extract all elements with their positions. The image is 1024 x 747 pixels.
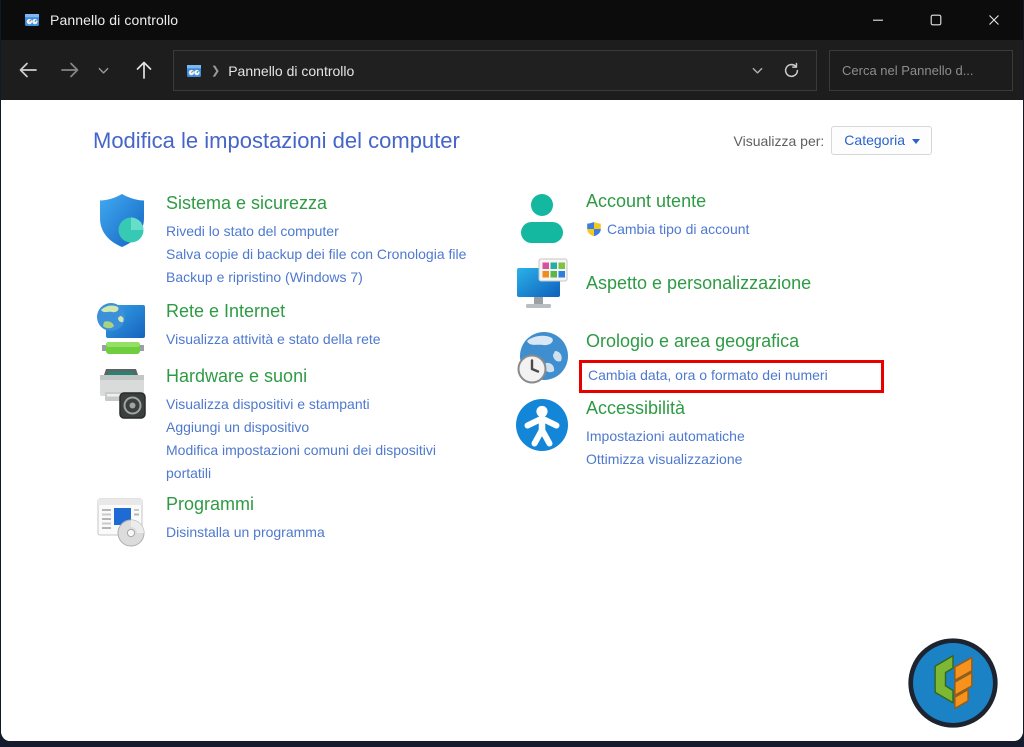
view-by-dropdown[interactable]: Categoria	[831, 126, 932, 155]
category-title[interactable]: Sistema e sicurezza	[166, 193, 327, 214]
view-by-control: Visualizza per: Categoria	[734, 126, 933, 155]
task-link[interactable]: Salva copie di backup dei file con Crono…	[166, 243, 466, 266]
task-link-label: Cambia tipo di account	[607, 221, 749, 237]
task-link[interactable]: Ottimizza visualizzazione	[586, 448, 745, 471]
recent-pages-chevron-icon[interactable]	[91, 53, 115, 87]
accessibility-icon[interactable]	[513, 396, 571, 454]
category-appearance: Aspetto e personalizzazione	[513, 257, 953, 315]
category-title[interactable]: Hardware e suoni	[166, 366, 307, 387]
task-link[interactable]: Backup e ripristino (Windows 7)	[166, 266, 466, 289]
category-network-internet: Rete e Internet Visualizza attività e st…	[93, 299, 533, 357]
control-panel-icon	[186, 63, 202, 79]
category-title[interactable]: Rete e Internet	[166, 301, 285, 322]
search-input[interactable]	[830, 63, 1022, 78]
title-bar: Pannello di controllo	[1, 0, 1023, 40]
refresh-button[interactable]	[772, 54, 810, 88]
address-dropdown-chevron-icon[interactable]	[742, 54, 772, 88]
category-programs: Programmi Disinstalla un programma	[93, 492, 533, 550]
category-hardware-sound: Hardware e suoni Visualizza dispositivi …	[93, 364, 533, 485]
task-link[interactable]: Modifica impostazioni comuni dei disposi…	[166, 439, 468, 485]
close-button[interactable]	[965, 0, 1023, 40]
task-link[interactable]: Disinstalla un programma	[166, 521, 325, 544]
category-system-security: Sistema e sicurezza Rivedi lo stato del …	[93, 191, 533, 289]
chevron-down-icon	[912, 139, 920, 144]
category-title[interactable]: Programmi	[166, 494, 254, 515]
task-link-change-date-time[interactable]: Cambia data, ora o formato dei numeri	[588, 367, 828, 383]
highlight-red-box: Cambia data, ora o formato dei numeri	[579, 360, 884, 393]
task-link[interactable]: Visualizza dispositivi e stampanti	[166, 393, 468, 416]
category-user-accounts: Account utente Cambia tipo di account	[513, 189, 953, 247]
category-title[interactable]: Account utente	[586, 191, 706, 212]
search-box	[829, 50, 1013, 91]
window-title: Pannello di controllo	[50, 12, 178, 28]
minimize-button[interactable]	[849, 0, 907, 40]
task-link-with-uac[interactable]: Cambia tipo di account	[586, 218, 749, 241]
user-account-icon[interactable]	[513, 189, 571, 247]
uac-shield-icon	[586, 221, 602, 237]
breadcrumb[interactable]: Pannello di controllo	[228, 63, 354, 79]
category-title[interactable]: Aspetto e personalizzazione	[586, 273, 811, 294]
programs-icon[interactable]	[93, 492, 151, 550]
control-panel-window: Pannello di controllo	[0, 0, 1024, 741]
task-link[interactable]: Impostazioni automatiche	[586, 425, 745, 448]
category-title[interactable]: Orologio e area geografica	[586, 331, 799, 352]
address-bar[interactable]: ❯ Pannello di controllo	[173, 50, 817, 91]
view-by-label: Visualizza per:	[734, 133, 825, 149]
window-controls	[849, 0, 1023, 40]
view-by-value: Categoria	[844, 132, 905, 148]
network-icon[interactable]	[93, 299, 151, 357]
content-area: Modifica le impostazioni del computer Vi…	[1, 100, 1023, 741]
control-panel-icon	[24, 12, 40, 28]
personalization-icon[interactable]	[513, 257, 571, 315]
task-link[interactable]: Aggiungi un dispositivo	[166, 416, 468, 439]
security-shield-icon[interactable]	[93, 191, 151, 249]
hardware-printer-icon[interactable]	[93, 364, 151, 422]
category-title[interactable]: Accessibilità	[586, 398, 685, 419]
up-button[interactable]	[127, 53, 161, 87]
navigation-bar: ❯ Pannello di controllo	[1, 40, 1023, 100]
breadcrumb-separator-icon: ❯	[211, 64, 220, 77]
category-accessibility: Accessibilità Impostazioni automatiche O…	[513, 396, 953, 471]
forward-button[interactable]	[53, 53, 87, 87]
ds-watermark-logo	[906, 636, 1000, 730]
clock-region-icon[interactable]	[513, 329, 571, 387]
category-clock-region: Orologio e area geografica Cambia data, …	[513, 329, 953, 393]
task-link[interactable]: Rivedi lo stato del computer	[166, 220, 466, 243]
task-link[interactable]: Visualizza attività e stato della rete	[166, 328, 381, 351]
page-title: Modifica le impostazioni del computer	[93, 128, 460, 154]
back-button[interactable]	[11, 53, 45, 87]
maximize-button[interactable]	[907, 0, 965, 40]
